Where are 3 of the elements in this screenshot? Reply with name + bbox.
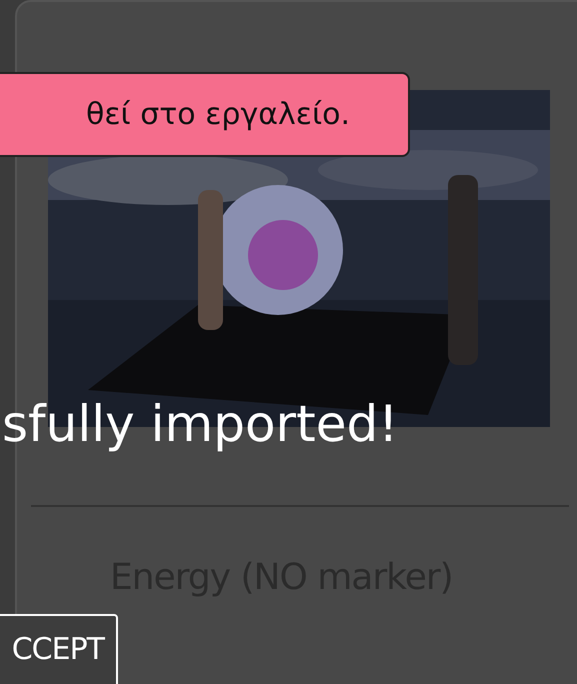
tooltip: θεί στο εργαλείο. (0, 72, 410, 157)
accept-button[interactable]: CCEPT (0, 614, 118, 684)
success-heading: sfully imported! (2, 395, 398, 453)
